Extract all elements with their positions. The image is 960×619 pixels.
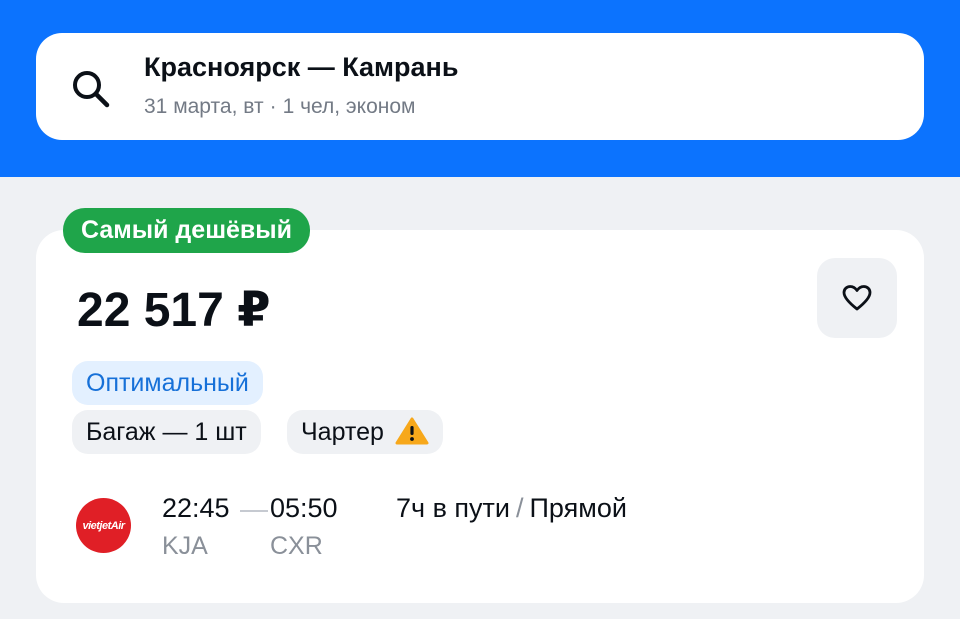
airline-logo: vietjetAir (76, 498, 131, 553)
ticket-price: 22 517 ₽ (77, 284, 271, 337)
departure-time: 22:45 (162, 493, 230, 523)
duration-text: 7ч в пути (396, 493, 510, 523)
warning-icon (395, 417, 429, 445)
stops-text: Прямой (529, 493, 627, 523)
heart-icon (842, 285, 872, 311)
arrival-time: 05:50 (270, 493, 338, 523)
arrival-airport-code: CXR (270, 532, 323, 560)
charter-tag: Чартер (287, 410, 443, 454)
departure-airport-code: KJA (162, 532, 208, 560)
search-passengers: 1 чел, эконом (282, 95, 416, 118)
favorite-button[interactable] (817, 258, 897, 338)
route-title[interactable]: Красноярск — Камрань (144, 52, 458, 83)
baggage-tag: Багаж — 1 шт (72, 410, 261, 454)
duration-separator: / (516, 493, 524, 523)
separator-dot: · (269, 95, 277, 118)
airline-logo-text: vietjetAir (82, 519, 125, 532)
flight-duration: 7ч в пути / Прямой (396, 493, 627, 524)
route-connector (240, 510, 268, 512)
search-details[interactable]: 31 марта, вт · 1 чел, эконом (144, 95, 415, 119)
search-icon[interactable] (68, 66, 114, 112)
search-date: 31 марта, вт (144, 95, 264, 118)
cheapest-badge: Самый дешёвый (63, 208, 311, 253)
optimal-tag: Оптимальный (72, 361, 263, 405)
charter-label: Чартер (301, 418, 384, 446)
search-bar[interactable] (36, 33, 924, 140)
